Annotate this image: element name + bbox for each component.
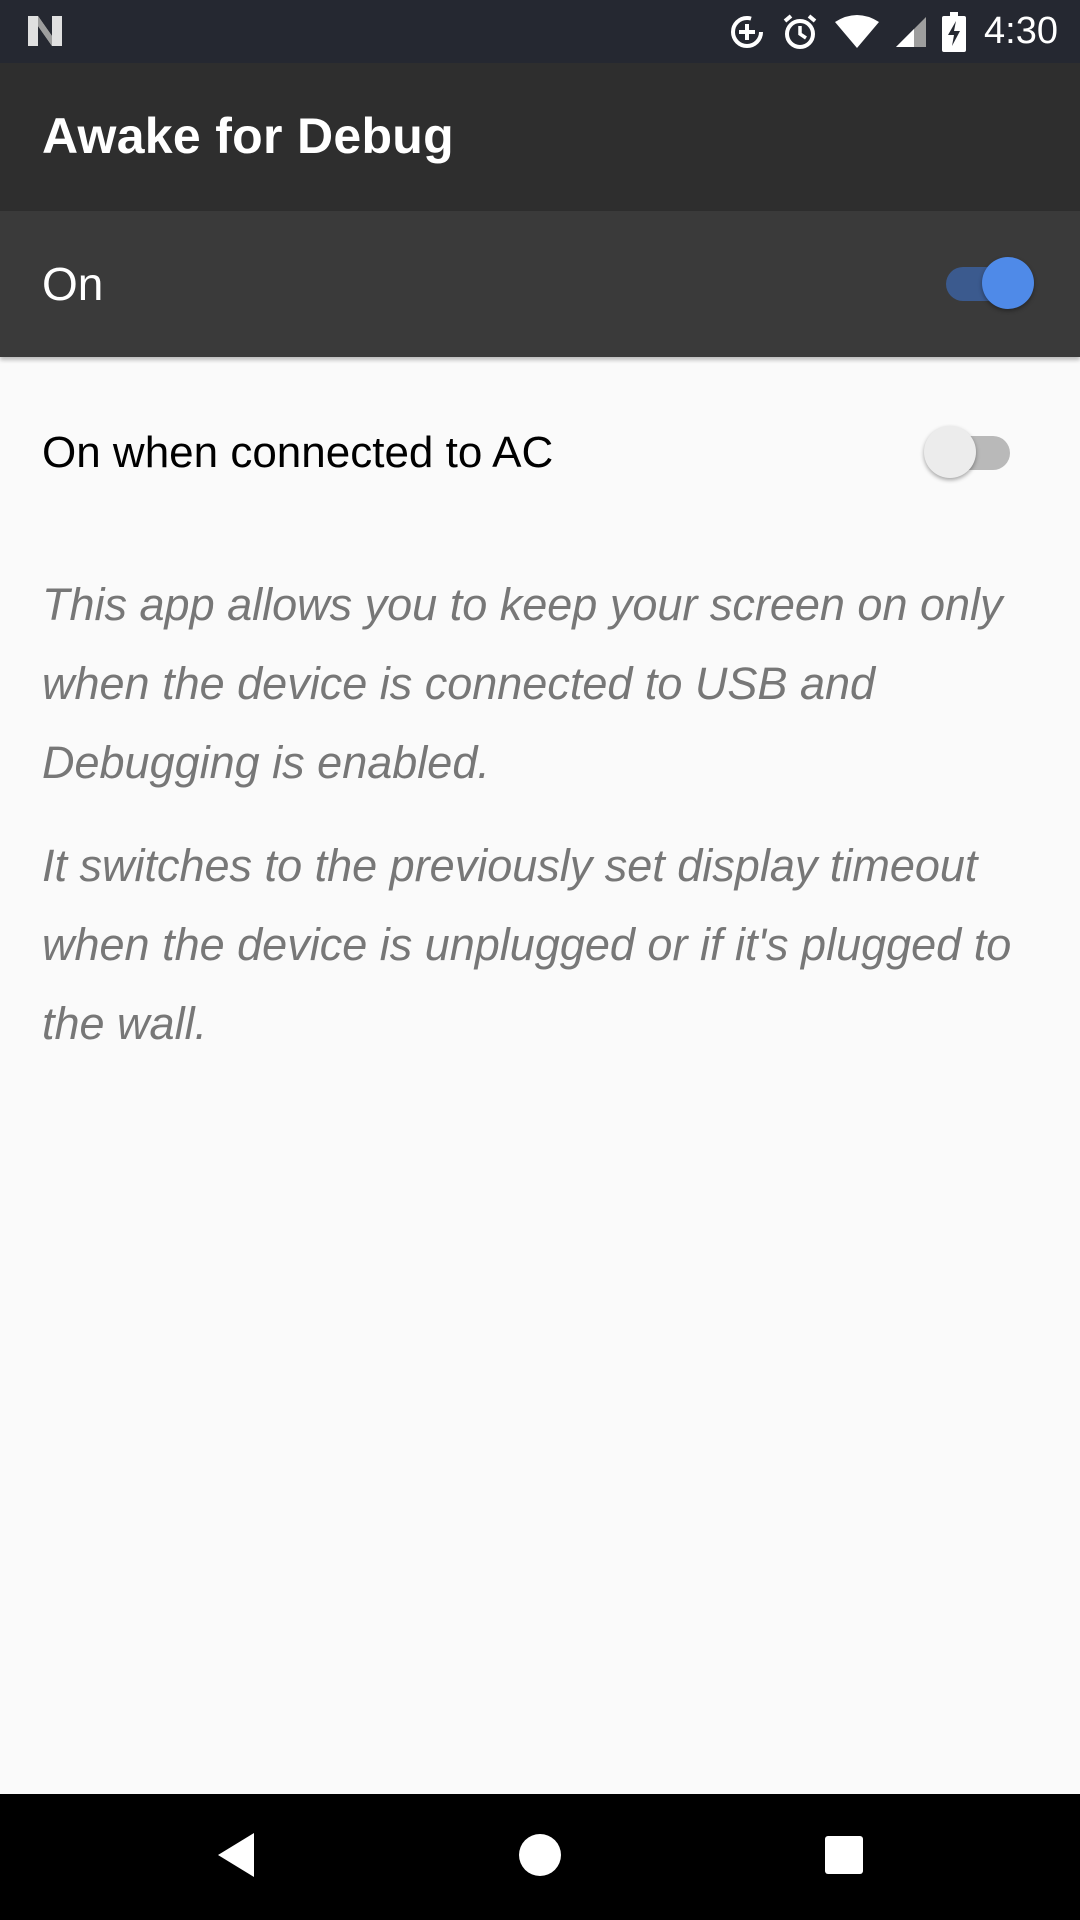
ac-toggle-thumb — [924, 426, 976, 478]
cell-signal-icon — [894, 15, 928, 49]
master-toggle[interactable] — [946, 247, 1034, 315]
description-paragraph-2: It switches to the previously set displa… — [42, 840, 1012, 1049]
app-title: Awake for Debug — [42, 108, 454, 164]
screen: 4:30 Awake for Debug On On when connecte… — [0, 0, 1080, 1920]
battery-charging-icon — [942, 11, 967, 52]
home-button[interactable] — [470, 1794, 610, 1920]
master-toggle-thumb — [982, 257, 1034, 309]
ac-toggle[interactable] — [924, 416, 1010, 484]
notification-n-icon — [26, 14, 64, 52]
description: This app allows you to keep your screen … — [42, 565, 1042, 1087]
home-icon — [517, 1832, 563, 1882]
alarm-icon — [780, 12, 820, 52]
back-icon — [214, 1831, 258, 1883]
status-icons: 4:30 — [714, 0, 1058, 63]
ac-setting-row[interactable]: On when connected to AC — [0, 380, 1080, 526]
status-time: 4:30 — [984, 10, 1058, 52]
data-saver-icon — [728, 13, 766, 51]
recents-button[interactable] — [774, 1794, 914, 1920]
back-button[interactable] — [166, 1794, 306, 1920]
master-switch-label: On — [42, 258, 104, 310]
status-bar: 4:30 — [0, 0, 1080, 63]
app-bar: Awake for Debug — [0, 63, 1080, 211]
master-switch-bar[interactable]: On — [0, 211, 1080, 357]
description-paragraph-1: This app allows you to keep your screen … — [42, 579, 1003, 788]
recents-icon — [823, 1834, 865, 1880]
nav-bar — [0, 1794, 1080, 1920]
wifi-icon — [834, 14, 880, 50]
ac-setting-label: On when connected to AC — [42, 428, 554, 477]
